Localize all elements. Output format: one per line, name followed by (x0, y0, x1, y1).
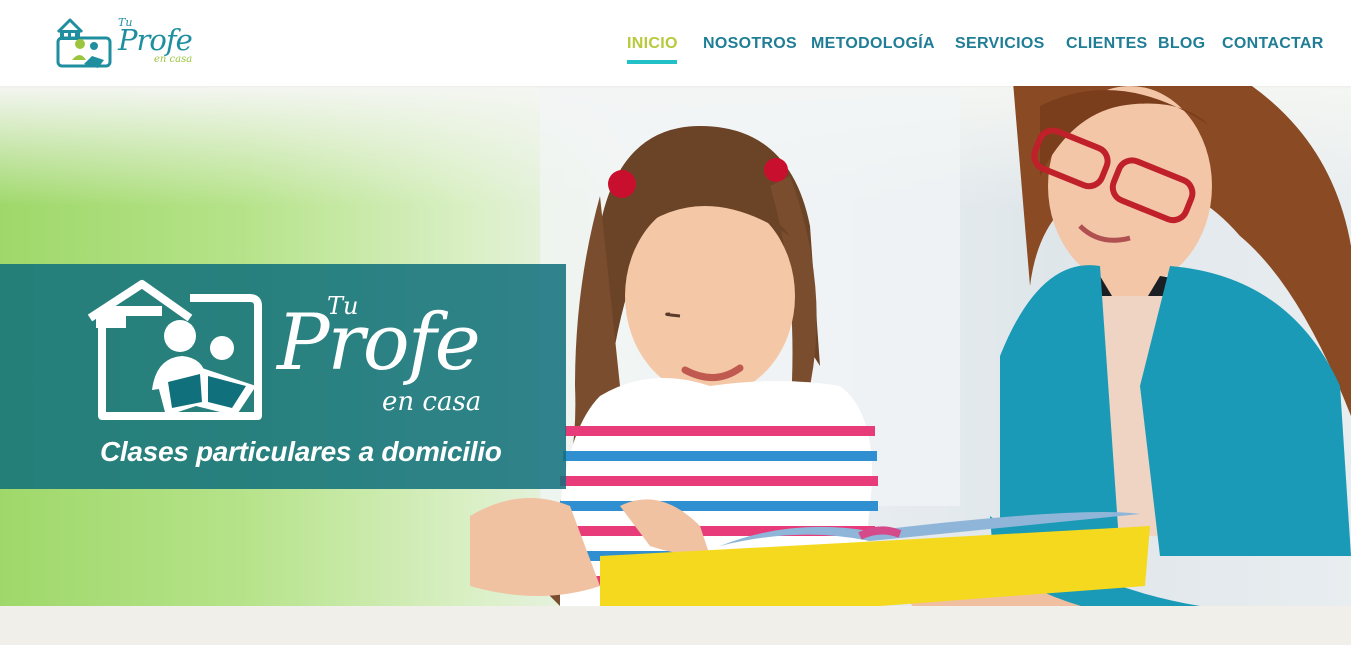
nav-item-contactar[interactable]: CONTACTAR (1222, 35, 1324, 53)
active-nav-indicator (627, 60, 677, 64)
house-family-icon (87, 280, 262, 420)
nav-item-blog[interactable]: BLOG (1158, 35, 1205, 53)
site-logo[interactable]: Tu Profe en casa (54, 14, 194, 70)
house-family-icon (56, 18, 112, 68)
nav-item-metodologia[interactable]: METODOLOGÍA (811, 35, 935, 53)
logo-encasa-text: en casa (154, 54, 193, 65)
site-header: Tu Profe en casa INICIO NOSOTROS METODOL… (0, 0, 1351, 86)
brand-profe-text: Profe (277, 298, 481, 388)
nav-item-inicio[interactable]: INICIO (627, 35, 678, 53)
hero-banner: Tu Profe en casa Clases particulares a d… (0, 86, 1351, 645)
brand-encasa-text: en casa (382, 387, 482, 417)
hero-tagline: Clases particulares a domicilio (100, 436, 502, 467)
nav-item-servicios[interactable]: SERVICIOS (955, 35, 1045, 53)
nav-item-clientes[interactable]: CLIENTES (1066, 35, 1148, 53)
nav-item-nosotros[interactable]: NOSOTROS (703, 35, 797, 53)
logo-profe-text: Profe (118, 23, 193, 57)
hero-brand-box: Tu Profe en casa Clases particulares a d… (0, 264, 566, 489)
logo-wordmark: Tu Profe en casa (116, 16, 196, 70)
